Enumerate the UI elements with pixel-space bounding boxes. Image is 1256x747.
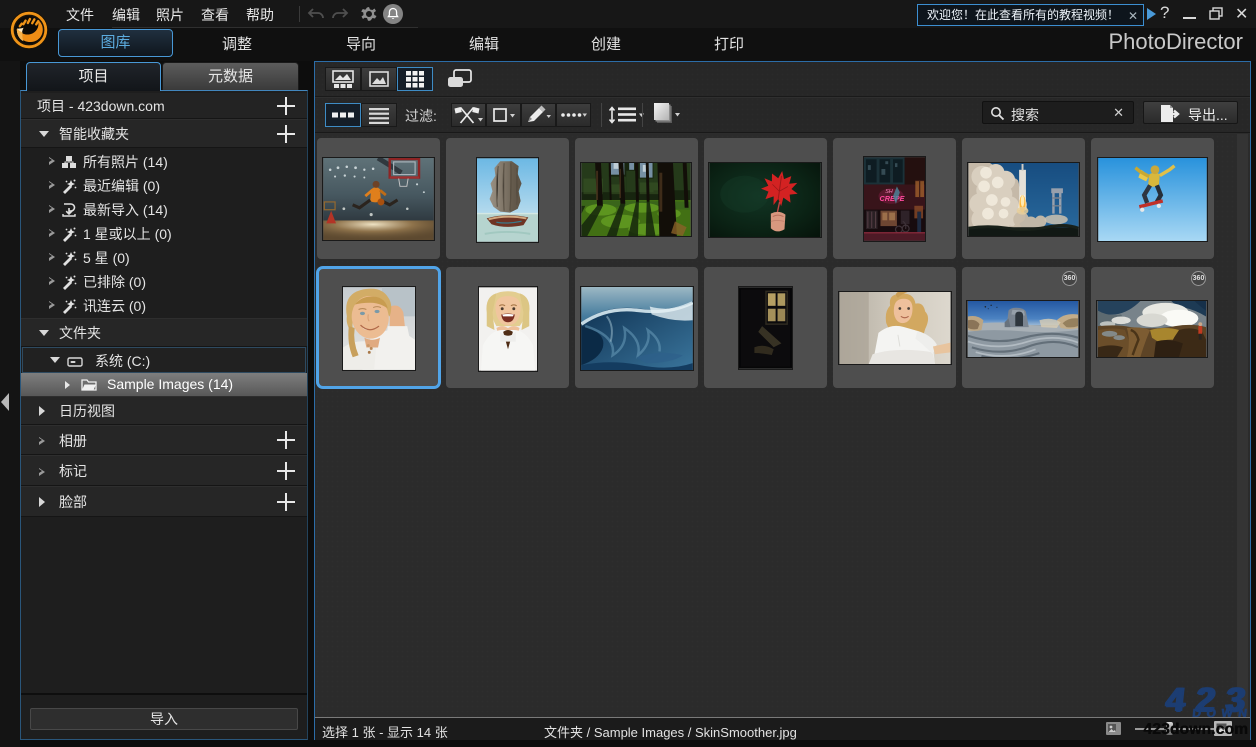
svg-text:CREPE: CREPE [879,194,905,203]
